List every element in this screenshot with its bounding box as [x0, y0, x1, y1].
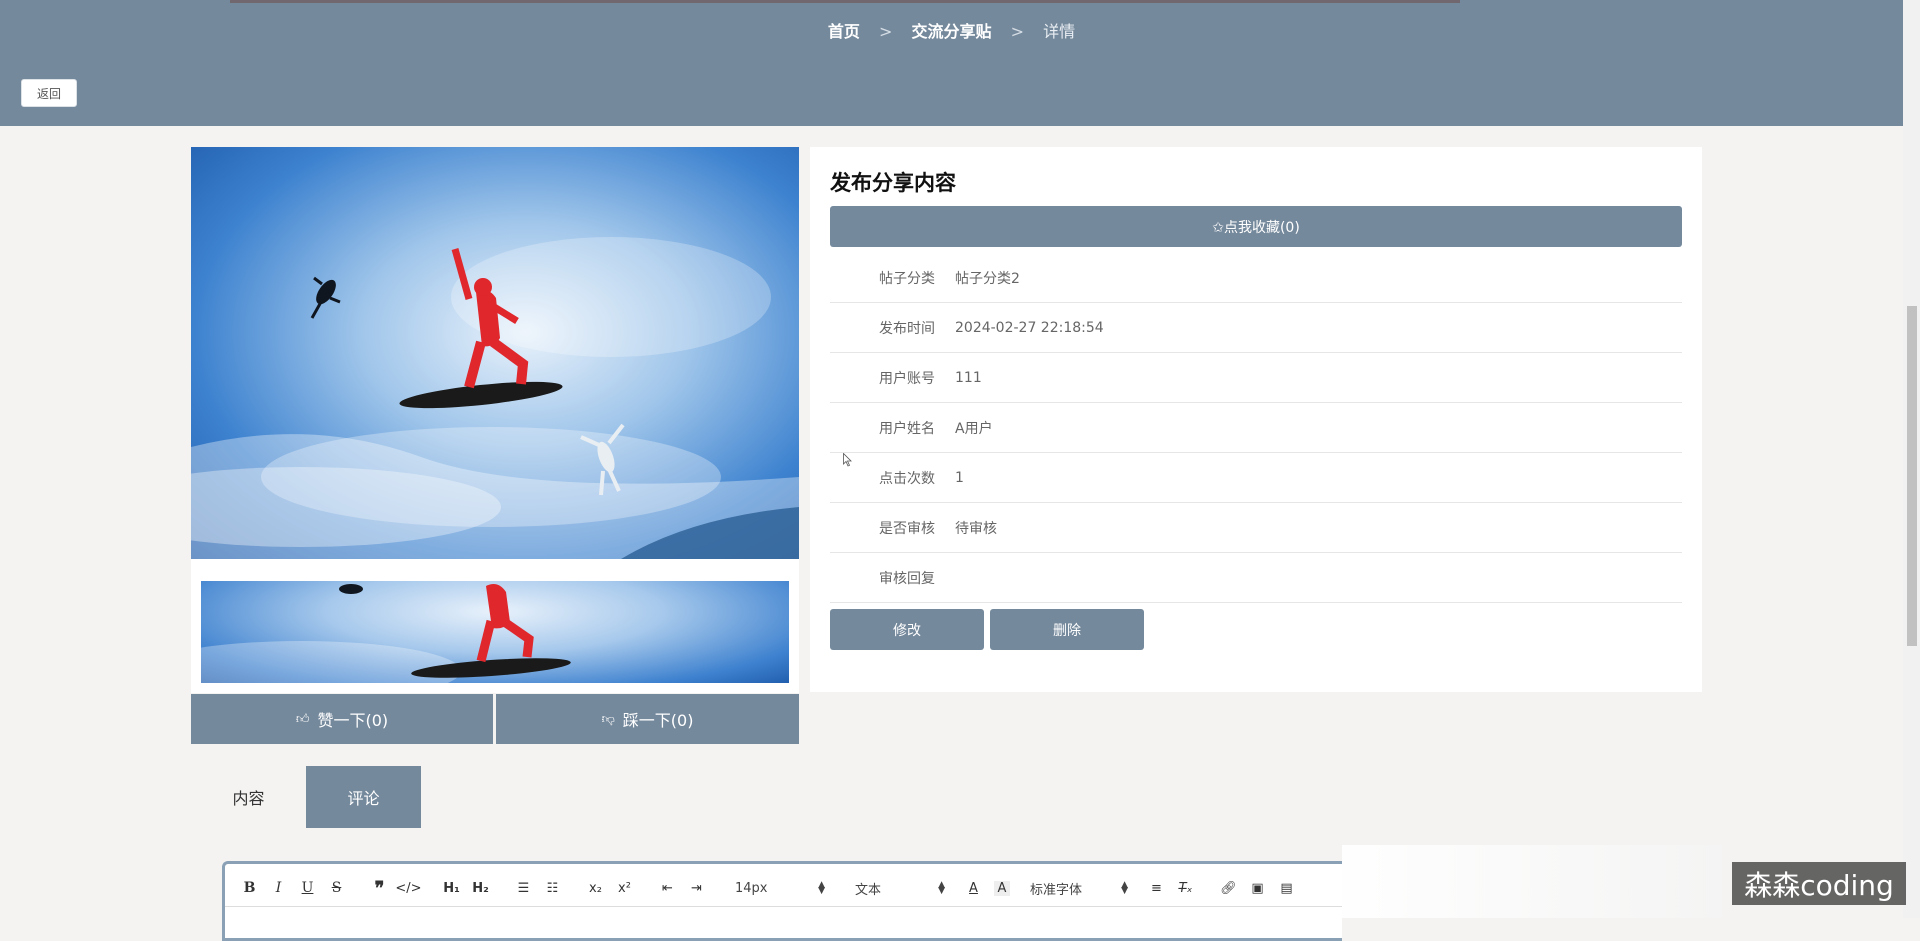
subscript-icon[interactable]: x₂ — [581, 881, 610, 896]
strikethrough-icon[interactable]: S — [322, 880, 351, 896]
ordered-list-icon[interactable]: ☰ — [509, 881, 538, 896]
block-format-select[interactable]: 文本 ▲ ▼ — [855, 879, 945, 898]
like-button[interactable]: 👍︎ 赞一下(0) — [191, 694, 493, 744]
heading2-icon[interactable]: H₂ — [466, 881, 495, 896]
info-table: 帖子分类 帖子分类2 发布时间 2024-02-27 22:18:54 用户账号… — [830, 253, 1682, 603]
tab-comment[interactable]: 评论 — [306, 766, 421, 828]
breadcrumb-home[interactable]: 首页 — [828, 22, 860, 41]
favorite-button[interactable]: ✩点我收藏(0) — [830, 206, 1682, 247]
info-value: 帖子分类2 — [955, 270, 1020, 287]
detail-card: 发布分享内容 ✩点我收藏(0) 帖子分类 帖子分类2 发布时间 2024-02-… — [810, 147, 1702, 692]
info-row-account: 用户账号 111 — [830, 353, 1682, 403]
clear-format-icon[interactable]: T̶ₓ — [1171, 881, 1200, 896]
dislike-label: 踩一下(0) — [622, 711, 694, 730]
breadcrumb-current: 详情 — [1043, 22, 1076, 41]
font-size-select[interactable]: 14px ▲ ▼ — [735, 881, 825, 896]
info-row-review-status: 是否审核 待审核 — [830, 503, 1682, 553]
select-arrows-icon: ▲ ▼ — [1121, 880, 1128, 896]
info-label: 点击次数 — [879, 470, 935, 487]
info-value: 待审核 — [955, 520, 997, 537]
text-color-icon[interactable]: A — [959, 881, 988, 896]
thumbs-up-icon: 👍︎ — [295, 711, 310, 727]
info-label: 用户姓名 — [879, 420, 935, 437]
editor-overflow-fade — [1342, 845, 1722, 918]
block-format-value: 文本 — [855, 882, 882, 898]
link-icon[interactable]: 🔗︎ — [1214, 881, 1243, 896]
mouse-cursor-icon — [843, 453, 852, 467]
detail-title: 发布分享内容 — [830, 171, 956, 195]
editor-divider — [225, 906, 1342, 907]
breadcrumb-section[interactable]: 交流分享贴 — [911, 22, 991, 41]
delete-button[interactable]: 删除 — [990, 609, 1144, 650]
font-family-select[interactable]: 标准字体 ▲ ▼ — [1030, 879, 1128, 898]
back-button[interactable]: 返回 — [21, 79, 77, 107]
image-icon[interactable]: ▣ — [1243, 881, 1272, 896]
background-color-icon[interactable]: A — [994, 880, 1010, 896]
select-arrows-icon: ▲ ▼ — [938, 880, 945, 896]
info-label: 发布时间 — [879, 320, 935, 337]
info-row-category: 帖子分类 帖子分类2 — [830, 253, 1682, 303]
thumbnail-image[interactable] — [201, 581, 789, 683]
info-value: 1 — [955, 469, 964, 486]
font-family-value: 标准字体 — [1030, 882, 1083, 898]
breadcrumb: 首页 > 交流分享贴 > 详情 — [0, 18, 1903, 42]
thumbnail-strip — [191, 559, 799, 693]
skydivers-illustration — [191, 237, 799, 559]
blockquote-icon[interactable]: ❞ — [365, 878, 394, 899]
scrollbar-thumb[interactable] — [1907, 306, 1917, 646]
like-label: 赞一下(0) — [317, 711, 389, 730]
breadcrumb-separator: > — [878, 22, 893, 41]
info-value: 111 — [955, 369, 982, 386]
italic-icon[interactable]: I — [264, 880, 293, 896]
code-block-icon[interactable]: </> — [394, 881, 423, 896]
edit-button[interactable]: 修改 — [830, 609, 984, 650]
thumbnail-illustration — [201, 584, 571, 683]
dislike-button[interactable]: 👎︎ 踩一下(0) — [496, 694, 799, 744]
superscript-icon[interactable]: x² — [610, 881, 639, 896]
info-row-click-count: 点击次数 1 — [830, 453, 1682, 503]
rich-text-editor[interactable]: B I U S ❞ </> H₁ H₂ ☰ ☷ x₂ x² ⇤ ⇥ 14px ▲… — [222, 861, 1342, 941]
underline-icon[interactable]: U — [293, 880, 322, 896]
info-value: A用户 — [955, 420, 993, 437]
main-post-image — [191, 147, 799, 559]
tab-content[interactable]: 内容 — [191, 766, 306, 828]
info-row-user-name: 用户姓名 A用户 — [830, 403, 1682, 453]
outdent-icon[interactable]: ⇤ — [653, 881, 682, 896]
bold-icon[interactable]: B — [235, 880, 264, 896]
info-label: 用户账号 — [879, 370, 935, 387]
heading1-icon[interactable]: H₁ — [437, 881, 466, 896]
info-row-publish-time: 发布时间 2024-02-27 22:18:54 — [830, 303, 1682, 353]
info-label: 审核回复 — [879, 570, 935, 587]
align-left-icon[interactable]: ≡ — [1142, 881, 1171, 896]
banner-strip — [230, 0, 1460, 3]
breadcrumb-separator: > — [1010, 22, 1024, 41]
font-size-value: 14px — [735, 880, 768, 896]
video-icon[interactable]: ▤ — [1272, 881, 1301, 896]
info-row-review-reply: 审核回复 — [830, 553, 1682, 603]
info-label: 是否审核 — [879, 520, 935, 537]
info-label: 帖子分类 — [879, 270, 935, 287]
bullet-list-icon[interactable]: ☷ — [538, 881, 567, 896]
select-arrows-icon: ▲ ▼ — [818, 880, 825, 896]
watermark: 森森coding — [1732, 862, 1906, 905]
thumbs-down-icon: 👎︎ — [601, 711, 615, 727]
indent-icon[interactable]: ⇥ — [682, 881, 711, 896]
editor-toolbar: B I U S ❞ </> H₁ H₂ ☰ ☷ x₂ x² ⇤ ⇥ 14px ▲… — [235, 876, 1301, 900]
info-value: 2024-02-27 22:18:54 — [955, 319, 1104, 336]
